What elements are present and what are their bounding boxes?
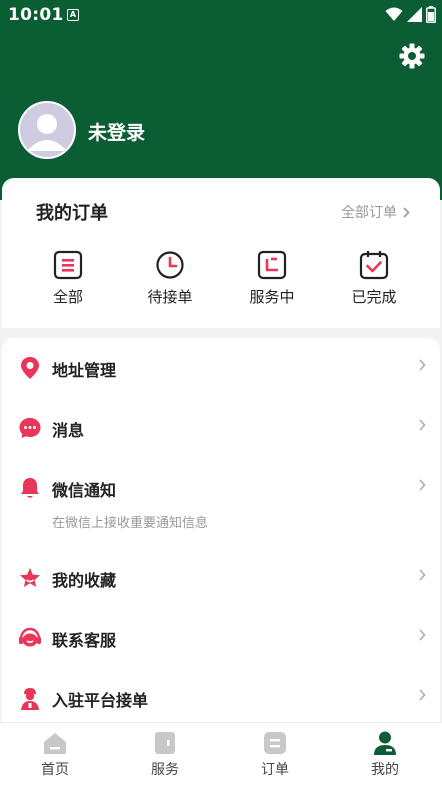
settings-gear-icon[interactable] bbox=[398, 42, 426, 70]
chevron-right-icon bbox=[419, 689, 426, 701]
menu-item-address[interactable]: 地址管理 bbox=[2, 348, 440, 388]
tab-label: 订单 bbox=[261, 762, 289, 778]
order-status-label: 全部 bbox=[52, 288, 83, 306]
menu-list-card: 地址管理 消息 微信通知 在微信上接收重要通知信息 我的收藏 联系客服 入驻平台… bbox=[2, 338, 440, 722]
worker-icon bbox=[21, 688, 39, 710]
notification-badge-icon: A bbox=[67, 9, 79, 21]
order-status-in-service[interactable]: 服务中 bbox=[227, 250, 317, 307]
menu-item-label: 联系客服 bbox=[52, 631, 117, 650]
profile-header: 10:01 A 未登录 bbox=[0, 0, 442, 200]
chevron-right-icon bbox=[419, 629, 426, 641]
menu-item-customer-service[interactable]: 联系客服 bbox=[2, 618, 440, 658]
chevron-right-icon bbox=[419, 419, 426, 431]
tab-home[interactable]: 首页 bbox=[0, 723, 110, 785]
menu-item-messages[interactable]: 消息 bbox=[2, 408, 440, 448]
menu-item-join-platform[interactable]: 入驻平台接单 bbox=[2, 678, 440, 718]
menu-item-wechat-notify[interactable]: 微信通知 bbox=[2, 468, 440, 508]
chevron-right-icon bbox=[419, 569, 426, 581]
wifi-icon bbox=[385, 7, 403, 21]
menu-item-label: 微信通知 bbox=[52, 481, 117, 500]
tab-label: 我的 bbox=[371, 762, 399, 778]
bell-icon bbox=[21, 478, 39, 498]
order-status-completed[interactable]: 已完成 bbox=[329, 250, 419, 307]
order-status-label: 服务中 bbox=[249, 288, 295, 306]
calendar-check-icon bbox=[359, 251, 389, 280]
tab-label: 服务 bbox=[151, 762, 179, 778]
chevron-right-icon bbox=[419, 359, 426, 371]
tab-orders[interactable]: 订单 bbox=[220, 723, 330, 785]
order-icon bbox=[264, 732, 286, 754]
headset-icon bbox=[19, 627, 41, 647]
clock-icon bbox=[156, 251, 184, 279]
tab-mine[interactable]: 我的 bbox=[330, 723, 440, 785]
battery-icon bbox=[426, 6, 436, 23]
order-status-pending[interactable]: 待接单 bbox=[125, 250, 215, 307]
username-login-prompt[interactable]: 未登录 bbox=[88, 118, 145, 145]
bottom-tab-bar: 首页 服务 订单 我的 bbox=[0, 722, 442, 785]
signal-icon bbox=[407, 7, 422, 22]
default-avatar-icon bbox=[27, 114, 67, 151]
chevron-right-icon bbox=[403, 206, 410, 218]
avatar[interactable] bbox=[18, 101, 76, 159]
status-icons bbox=[385, 6, 436, 23]
service-door-icon bbox=[155, 732, 175, 754]
person-icon bbox=[374, 731, 396, 755]
order-status-label: 已完成 bbox=[351, 288, 397, 306]
my-orders-card: 我的订单 全部订单 全部 待接单 服务中 已完成 bbox=[2, 178, 440, 328]
menu-item-favorites[interactable]: 我的收藏 bbox=[2, 558, 440, 598]
chevron-right-icon bbox=[419, 479, 426, 491]
home-icon bbox=[44, 733, 66, 754]
tab-label: 首页 bbox=[41, 762, 69, 778]
location-pin-icon bbox=[21, 357, 39, 379]
status-bar: 10:01 A bbox=[0, 0, 442, 30]
wechat-notify-description: 在微信上接收重要通知信息 bbox=[52, 516, 209, 531]
message-icon bbox=[19, 418, 41, 438]
list-icon bbox=[53, 250, 83, 280]
menu-item-label: 消息 bbox=[52, 421, 85, 440]
all-orders-label: 全部订单 bbox=[341, 205, 397, 221]
all-orders-link[interactable]: 全部订单 bbox=[341, 202, 410, 222]
order-status-label: 待接单 bbox=[147, 288, 193, 306]
orders-title: 我的订单 bbox=[36, 203, 108, 224]
service-icon bbox=[257, 250, 287, 280]
tab-services[interactable]: 服务 bbox=[110, 723, 220, 785]
menu-item-label: 地址管理 bbox=[52, 361, 117, 380]
menu-item-label: 我的收藏 bbox=[52, 571, 117, 590]
menu-item-label: 入驻平台接单 bbox=[52, 691, 149, 710]
status-time: 10:01 bbox=[8, 5, 64, 25]
order-status-all[interactable]: 全部 bbox=[23, 250, 113, 307]
star-icon bbox=[20, 568, 40, 587]
